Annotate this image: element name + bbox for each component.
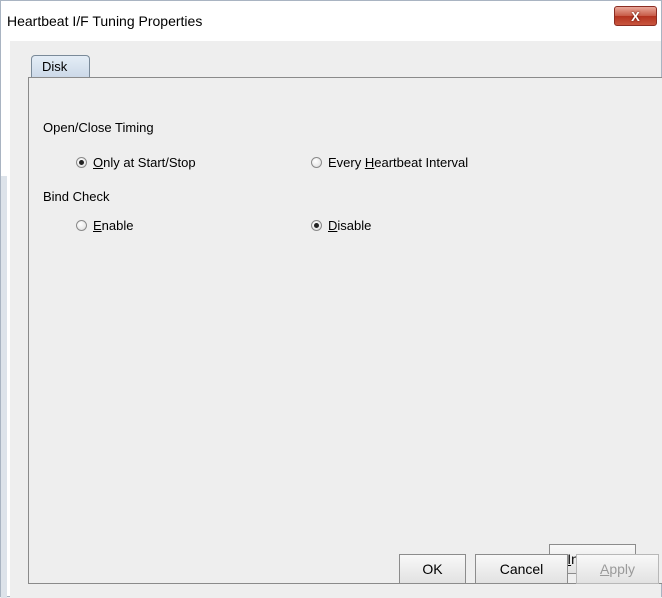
radio-label: Only at Start/Stop [93,155,196,170]
window-edge [1,176,7,598]
radio-disable[interactable]: Disable [311,218,371,233]
tab-disk-label: Disk [42,59,68,74]
title-bar[interactable]: Heartbeat I/F Tuning Properties X [1,1,661,41]
tab-disk[interactable]: Disk [31,55,90,77]
apply-button[interactable]: Apply [576,554,659,584]
window-title: Heartbeat I/F Tuning Properties [7,13,203,29]
radio-unchecked-icon [76,220,87,231]
ok-button[interactable]: OK [399,554,466,584]
dialog-window: Heartbeat I/F Tuning Properties X Disk O… [0,0,662,598]
close-icon: X [631,8,640,24]
radio-every-heartbeat-interval[interactable]: Every Heartbeat Interval [311,155,468,170]
radio-checked-icon [76,157,87,168]
disk-tab-panel: Open/Close Timing Only at Start/Stop Eve… [28,77,662,584]
radio-label: Disable [328,218,372,233]
radio-unchecked-icon [311,157,322,168]
dialog-content: Disk Open/Close Timing Only at Start/Sto… [10,41,662,598]
radio-enable[interactable]: Enable [76,218,133,233]
bind-check-label: Bind Check [43,189,110,204]
radio-label: Enable [93,218,134,233]
close-button[interactable]: X [614,6,657,26]
radio-only-at-start-stop[interactable]: Only at Start/Stop [76,155,196,170]
cancel-button[interactable]: Cancel [475,554,568,584]
radio-label: Every Heartbeat Interval [328,155,469,170]
radio-checked-icon [311,220,322,231]
open-close-timing-label: Open/Close Timing [43,120,154,135]
